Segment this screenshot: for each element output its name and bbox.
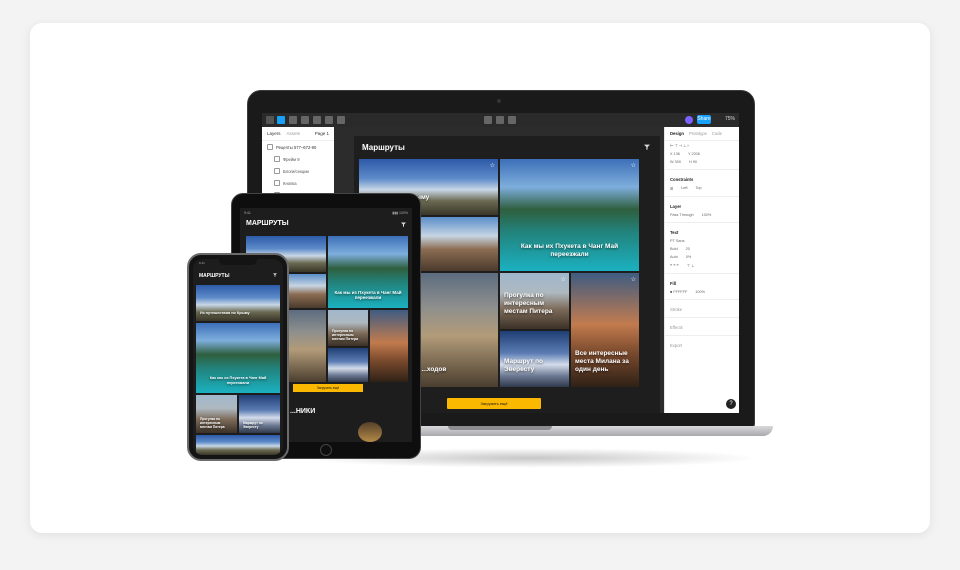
route-card[interactable]: Как мы их Пхукета в Чанг Май переезжали …: [500, 159, 639, 271]
export-section: Export: [670, 343, 683, 348]
tab-code[interactable]: Code: [712, 131, 722, 136]
constraints-row[interactable]: ⊞ Left Top: [665, 184, 739, 193]
design-panel: Design Prototype Code ⊢ ⊤ ⊣ ⊥ ⊦ X 136 Y 2…: [664, 127, 739, 413]
tab-design[interactable]: Design: [670, 131, 684, 136]
frame-tool-icon[interactable]: [289, 116, 297, 124]
phone-screen: 9:41 МАРШРУТЫ Из путешествия по Крыму Ка…: [193, 259, 283, 455]
filter-icon[interactable]: [401, 222, 406, 227]
favorite-icon[interactable]: ☆: [490, 162, 495, 169]
help-button[interactable]: ?: [726, 399, 736, 409]
route-card[interactable]: Из путешествия по Крыму: [196, 285, 280, 321]
fill-row[interactable]: ■ FFFFFF 100%: [665, 288, 739, 296]
layer-item[interactable]: Блоги/секции: [262, 165, 334, 177]
page-title: МАРШРУТЫ: [199, 273, 230, 279]
text-section: Text: [670, 230, 679, 235]
load-more-button[interactable]: Загрузить ещё: [447, 398, 541, 409]
position-row[interactable]: X 136 Y 2206: [665, 150, 739, 158]
route-card[interactable]: Как мы из Пхукета в Чанг Май переезжали: [196, 323, 280, 393]
layer-item[interactable]: Фрейм 9: [262, 153, 334, 165]
design-tabs: Design Prototype Code: [665, 127, 739, 141]
text-tool-icon[interactable]: [325, 116, 333, 124]
layer-item[interactable]: Рецепты 577–672-90: [262, 141, 334, 153]
layer-section: Layer: [670, 204, 682, 209]
text-align-row[interactable]: ≡ ≡ ≡ ⊤ ⊥: [665, 261, 739, 270]
figma-toolbar: Share 75%: [262, 113, 739, 128]
filter-icon[interactable]: [644, 144, 650, 150]
route-card[interactable]: [370, 310, 408, 382]
alignment-row[interactable]: ⊢ ⊤ ⊣ ⊥ ⊦: [665, 141, 739, 150]
stroke-section: Stroke: [670, 307, 683, 312]
menu-icon[interactable]: [266, 116, 274, 124]
layer-item[interactable]: Кнопка: [262, 177, 334, 189]
route-card[interactable]: Маршрут по Эвересту: [239, 395, 280, 433]
constraints-section: Constraints: [670, 177, 694, 182]
mask-icon[interactable]: [496, 116, 504, 124]
page-title: МАРШРУТЫ: [246, 220, 289, 227]
laptop-notch: [448, 426, 552, 430]
frame-icon: [274, 156, 280, 162]
section-title: ...НИКИ: [290, 408, 316, 415]
phone-notch: [219, 259, 257, 265]
route-card[interactable]: [328, 348, 368, 382]
avatar[interactable]: [358, 422, 382, 442]
route-title: Прогулка по интересным местам Питера: [504, 292, 553, 315]
font-row[interactable]: PT Sans: [665, 237, 739, 245]
load-more-button[interactable]: Загрузить ещё: [293, 384, 363, 392]
comment-tool-icon[interactable]: [337, 116, 345, 124]
camera: [497, 99, 501, 103]
share-button[interactable]: Share: [697, 115, 711, 124]
tab-prototype[interactable]: Prototype: [689, 131, 707, 136]
route-card[interactable]: [196, 435, 280, 455]
favorite-icon[interactable]: ☆: [631, 276, 636, 283]
route-card[interactable]: Все интересные места Милана за один день…: [571, 273, 639, 387]
home-button[interactable]: [320, 444, 332, 456]
filter-icon[interactable]: [273, 273, 277, 277]
tab-layers[interactable]: Layers: [267, 131, 281, 136]
layers-tabs: Layers Assets Page 1: [262, 127, 334, 141]
page-title: Маршруты: [362, 143, 405, 152]
route-title: Как мы их Пхукета в Чанг Май переезжали: [520, 243, 619, 258]
layer-row[interactable]: Pass Through 100%: [665, 211, 739, 219]
component-icon[interactable]: [484, 116, 492, 124]
tab-page[interactable]: Page 1: [315, 131, 329, 136]
route-card[interactable]: Как мы из Пхукета в Чанг Май переезжали: [328, 236, 408, 308]
status-bar: 9:41: [199, 261, 205, 265]
group-icon: [274, 168, 280, 174]
pen-tool-icon[interactable]: [313, 116, 321, 124]
frame-icon: [267, 144, 273, 150]
favorite-icon[interactable]: ☆: [561, 276, 566, 283]
move-tool-icon[interactable]: [277, 116, 285, 124]
fill-section: Fill: [670, 281, 677, 286]
line-height-row[interactable]: Auto 0%: [665, 253, 739, 261]
avatar[interactable]: [685, 116, 693, 124]
zoom-level[interactable]: 75%: [725, 116, 735, 122]
route-card[interactable]: Маршрут по Эвересту: [500, 331, 569, 387]
contrast-icon[interactable]: [508, 116, 516, 124]
group-icon: [274, 180, 280, 186]
route-card[interactable]: Прогулка по интересным местам Питера: [328, 310, 368, 346]
effects-section: Effects: [670, 325, 683, 330]
status-bar: 9:41 ▮▮▮ 100%: [244, 211, 408, 215]
favorite-icon[interactable]: ☆: [631, 162, 636, 169]
font-style-row[interactable]: Bold 20: [665, 245, 739, 253]
route-card[interactable]: Прогулка по интересным местам Питера ☆: [500, 273, 569, 329]
route-title: Все интересные места Милана за один день: [575, 350, 629, 373]
tab-assets[interactable]: Assets: [287, 131, 301, 136]
size-row[interactable]: W 300 H 90: [665, 158, 739, 166]
phone: 9:41 МАРШРУТЫ Из путешествия по Крыму Ка…: [187, 253, 289, 461]
route-card[interactable]: Прогулка по интересным местам Питера: [196, 395, 237, 433]
route-title: Маршрут по Эвересту: [504, 358, 543, 373]
shape-tool-icon[interactable]: [301, 116, 309, 124]
